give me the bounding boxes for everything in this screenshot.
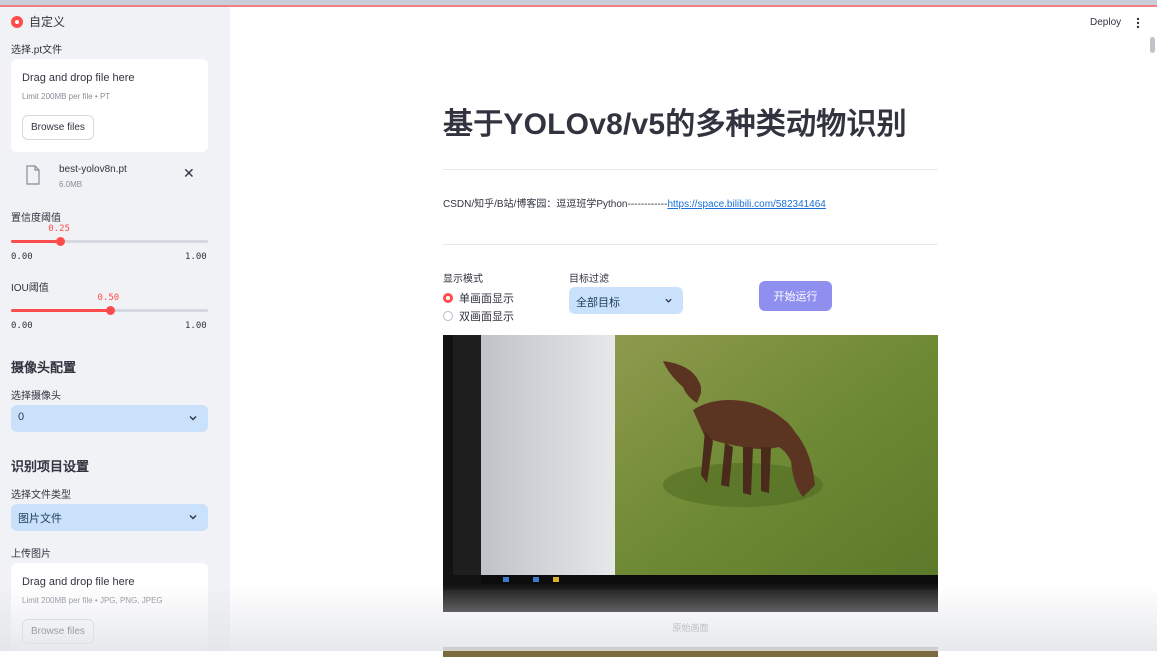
sidebar: 自定义 选择.pt文件 Drag and drop file here Limi… xyxy=(0,7,230,651)
image-dropzone[interactable]: Drag and drop file here Limit 200MB per … xyxy=(11,563,208,651)
display-mode-dual-label: 双画面显示 xyxy=(459,311,514,323)
dropzone-title: Drag and drop file here xyxy=(22,72,135,84)
uploaded-file-size: 6.0MB xyxy=(59,180,83,189)
info-line: CSDN/知乎/B站/博客园：逗逗班学Python------------htt… xyxy=(443,195,826,210)
radio-unselected xyxy=(443,311,453,321)
iou-slider[interactable] xyxy=(11,306,208,315)
record-icon xyxy=(11,15,23,28)
camera-select-label: 选择摄像头 xyxy=(11,391,61,402)
radio-selected xyxy=(443,293,453,303)
upload-image-label: 上传图片 xyxy=(11,549,51,560)
browser-top-strip xyxy=(0,0,1157,7)
confidence-slider[interactable] xyxy=(11,237,208,246)
scrollbar-thumb[interactable] xyxy=(1150,37,1155,53)
target-filter-label: 目标过滤 xyxy=(569,274,609,285)
filetype-select[interactable]: 图片文件 xyxy=(11,504,208,531)
model-file-dropzone[interactable]: Drag and drop file here Limit 200MB per … xyxy=(11,59,208,152)
chevron-down-icon xyxy=(189,416,197,421)
confidence-min: 0.00 xyxy=(11,252,33,262)
dropzone-limit: Limit 200MB per file • PT xyxy=(22,92,111,101)
page-title: 基于YOLOv8/v5的多种类动物识别 xyxy=(443,108,907,141)
confidence-slider-thumb[interactable] xyxy=(56,237,66,246)
confidence-max: 1.00 xyxy=(185,252,207,262)
confidence-label: 置信度阈值 xyxy=(11,213,61,224)
iou-value: 0.50 xyxy=(97,293,120,303)
confidence-value: 0.25 xyxy=(48,224,70,234)
detect-section-heading: 识别项目设置 xyxy=(11,459,90,474)
display-mode-dual[interactable]: 双画面显示 xyxy=(443,308,514,324)
camera-section-heading: 摄像头配置 xyxy=(11,360,77,375)
browse-model-button[interactable]: Browse files xyxy=(22,115,94,140)
image-caption: 原始画面 xyxy=(672,623,709,633)
display-mode-single-label: 单画面显示 xyxy=(459,293,514,305)
sidebar-header: 自定义 xyxy=(11,13,65,30)
browse-image-button[interactable]: Browse files xyxy=(22,619,94,644)
dropzone-title: Drag and drop file here xyxy=(22,576,135,588)
iou-max: 1.00 xyxy=(185,321,207,331)
divider xyxy=(443,169,938,170)
original-frame-image xyxy=(443,335,938,612)
remove-file-icon[interactable]: ✕ xyxy=(183,165,195,182)
model-file-label: 选择.pt文件 xyxy=(11,45,63,56)
iou-min: 0.00 xyxy=(11,321,33,331)
dropzone-limit: Limit 200MB per file • JPG, PNG, JPEG xyxy=(22,596,163,605)
filetype-select-label: 选择文件类型 xyxy=(11,490,71,501)
uploaded-file-row: best-yolov8n.pt 6.0MB ✕ xyxy=(11,157,208,199)
sidebar-title: 自定义 xyxy=(29,15,66,29)
display-mode-label: 显示模式 xyxy=(443,274,483,285)
camera-select[interactable]: 0 xyxy=(11,405,208,432)
main-content: Deploy 基于YOLOv8/v5的多种类动物识别 CSDN/知乎/B站/博客… xyxy=(230,7,1157,657)
file-icon xyxy=(26,165,40,185)
more-options-icon[interactable] xyxy=(1136,17,1140,29)
display-mode-single[interactable]: 单画面显示 xyxy=(443,290,514,306)
second-image-top-edge xyxy=(443,647,938,657)
chevron-down-icon xyxy=(189,515,197,520)
filetype-select-value: 图片文件 xyxy=(18,513,62,525)
deploy-button[interactable]: Deploy xyxy=(1090,17,1121,28)
uploaded-file-name: best-yolov8n.pt xyxy=(59,164,127,175)
start-run-button[interactable]: 开始运行 xyxy=(759,281,832,311)
dog-on-grass-image xyxy=(443,335,938,612)
iou-slider-fill xyxy=(11,309,110,312)
iou-label: IOU阈值 xyxy=(11,283,49,294)
chevron-down-icon xyxy=(665,298,672,303)
camera-select-value: 0 xyxy=(18,411,25,423)
target-filter-select[interactable]: 全部目标 xyxy=(569,287,683,314)
confidence-slider-fill xyxy=(11,240,61,243)
iou-slider-thumb[interactable] xyxy=(105,306,115,315)
target-filter-value: 全部目标 xyxy=(576,297,620,309)
info-prefix: CSDN/知乎/B站/博客园：逗逗班学Python------------ xyxy=(443,199,668,210)
divider xyxy=(443,244,938,245)
bilibili-link[interactable]: https://space.bilibili.com/582341464 xyxy=(667,199,825,210)
